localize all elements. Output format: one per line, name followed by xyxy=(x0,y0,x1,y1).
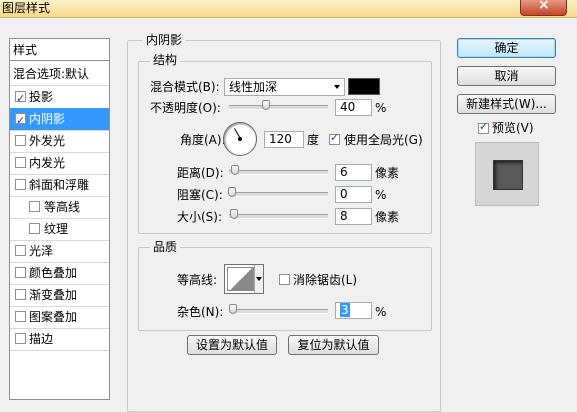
noise-slider[interactable] xyxy=(229,309,328,314)
size-slider[interactable] xyxy=(229,214,328,219)
color-overlay-checkbox[interactable] xyxy=(15,267,26,278)
sidebar-item-inner-glow[interactable]: 内发光 xyxy=(10,152,109,175)
noise-label: 杂色(N): xyxy=(177,305,224,319)
bevel-emboss-checkbox[interactable] xyxy=(15,179,26,190)
gradient-overlay-checkbox[interactable] xyxy=(15,289,26,300)
noise-input[interactable]: 3 xyxy=(335,302,372,319)
opacity-slider-thumb[interactable] xyxy=(262,100,270,110)
sidebar-item-label: 斜面和浮雕 xyxy=(29,178,90,192)
size-unit: 像素 xyxy=(375,210,400,224)
pattern-overlay-checkbox[interactable] xyxy=(15,311,26,322)
contour-curve-icon xyxy=(227,267,255,291)
sidebar-item-label: 渐变叠加 xyxy=(29,288,78,302)
sidebar-item-blending-options[interactable]: 混合选项:默认 xyxy=(10,63,109,86)
preview-label: 预览(V) xyxy=(492,121,534,135)
style-preview-swatch xyxy=(493,160,523,190)
global-light-label: 使用全局光(G) xyxy=(344,133,423,147)
angle-label: 角度(A): xyxy=(180,133,226,147)
noise-slider-thumb[interactable] xyxy=(229,304,237,314)
styles-list: 样式 混合选项:默认 投影 内阴影 外发光 内发光 斜面和浮雕 等高线 纹理 光… xyxy=(9,38,110,400)
inner-glow-checkbox[interactable] xyxy=(15,157,26,168)
make-default-button[interactable]: 设置为默认值 xyxy=(187,335,277,355)
sidebar-item-stroke[interactable]: 描边 xyxy=(10,328,109,351)
stroke-checkbox[interactable] xyxy=(15,333,26,344)
global-light-checkbox[interactable] xyxy=(329,131,340,145)
sidebar-item-drop-shadow[interactable]: 投影 xyxy=(10,86,109,110)
window-title: 图层样式 xyxy=(2,1,51,15)
opacity-label: 不透明度(O): xyxy=(150,101,221,115)
size-slider-thumb[interactable] xyxy=(230,209,238,219)
texture-checkbox[interactable] xyxy=(29,223,40,234)
opacity-slider[interactable] xyxy=(229,105,328,110)
blend-mode-select[interactable]: 线性加深 xyxy=(224,78,345,96)
sidebar-item-label: 混合选项:默认 xyxy=(13,67,90,81)
distance-slider[interactable] xyxy=(229,170,328,175)
sidebar-item-label: 光泽 xyxy=(29,244,54,258)
inner-shadow-checkbox[interactable] xyxy=(15,110,26,132)
choke-unit: % xyxy=(375,188,387,202)
angle-input[interactable]: 120 xyxy=(264,131,304,148)
quality-title: 品质 xyxy=(150,240,181,254)
sidebar-item-inner-shadow[interactable]: 内阴影 xyxy=(10,108,109,132)
preview-checkbox[interactable] xyxy=(478,120,489,134)
sidebar-item-label: 内阴影 xyxy=(29,112,66,126)
satin-checkbox[interactable] xyxy=(15,245,26,256)
ok-button[interactable]: 确定 xyxy=(457,38,556,58)
anti-aliased-label: 消除锯齿(L) xyxy=(293,273,358,287)
cancel-button[interactable]: 取消 xyxy=(457,66,556,86)
chevron-down-icon[interactable] xyxy=(254,265,263,293)
style-preview xyxy=(475,142,539,206)
sidebar-item-gradient-overlay[interactable]: 渐变叠加 xyxy=(10,284,109,307)
reset-default-button[interactable]: 复位为默认值 xyxy=(288,335,379,355)
sidebar-item-outer-glow[interactable]: 外发光 xyxy=(10,130,109,153)
choke-slider[interactable] xyxy=(229,192,328,197)
distance-unit: 像素 xyxy=(375,166,400,180)
contour-picker[interactable] xyxy=(224,264,264,294)
noise-value: 3 xyxy=(340,303,350,317)
drop-shadow-checkbox[interactable] xyxy=(15,88,26,110)
choke-slider-thumb[interactable] xyxy=(228,187,236,197)
sidebar-item-label: 颜色叠加 xyxy=(29,266,78,280)
size-input[interactable]: 8 xyxy=(335,208,372,225)
distance-label: 距离(D): xyxy=(177,166,224,180)
sidebar-item-satin[interactable]: 光泽 xyxy=(10,240,109,263)
sidebar-item-label: 描边 xyxy=(29,332,54,346)
styles-list-header[interactable]: 样式 xyxy=(10,39,109,61)
opacity-input[interactable]: 40 xyxy=(335,99,372,116)
sidebar-item-label: 投影 xyxy=(29,90,54,104)
close-button[interactable] xyxy=(520,0,567,16)
sidebar-item-label: 图案叠加 xyxy=(29,310,78,324)
shadow-color-swatch[interactable] xyxy=(348,78,380,95)
distance-slider-thumb[interactable] xyxy=(231,165,239,175)
angle-unit: 度 xyxy=(307,133,320,147)
sidebar-item-label: 等高线 xyxy=(44,200,81,214)
sidebar-item-label: 纹理 xyxy=(44,222,69,236)
noise-unit: % xyxy=(375,305,387,319)
blend-mode-value: 线性加深 xyxy=(229,80,278,94)
choke-label: 阻塞(C): xyxy=(177,188,223,202)
structure-title: 结构 xyxy=(150,53,181,67)
angle-hub xyxy=(238,137,242,141)
title-bar: 图层样式 xyxy=(0,0,577,18)
sidebar-item-texture[interactable]: 纹理 xyxy=(10,218,109,241)
inner-shadow-title: 内阴影 xyxy=(143,33,186,47)
new-style-button[interactable]: 新建样式(W)... xyxy=(457,94,556,114)
chevron-down-icon xyxy=(334,85,340,89)
choke-input[interactable]: 0 xyxy=(335,186,372,203)
contour-checkbox[interactable] xyxy=(29,201,40,212)
opacity-unit: % xyxy=(375,101,387,115)
sidebar-item-bevel-emboss[interactable]: 斜面和浮雕 xyxy=(10,174,109,197)
contour-label: 等高线: xyxy=(177,273,218,287)
sidebar-item-color-overlay[interactable]: 颜色叠加 xyxy=(10,262,109,285)
size-label: 大小(S): xyxy=(177,210,223,224)
angle-dial[interactable] xyxy=(223,122,257,156)
sidebar-item-label: 内发光 xyxy=(29,156,66,170)
distance-input[interactable]: 6 xyxy=(335,164,372,181)
sidebar-item-contour[interactable]: 等高线 xyxy=(10,196,109,219)
sidebar-item-label: 外发光 xyxy=(29,134,66,148)
blend-mode-label: 混合模式(B): xyxy=(150,80,220,94)
outer-glow-checkbox[interactable] xyxy=(15,135,26,146)
anti-aliased-checkbox[interactable] xyxy=(279,274,290,285)
sidebar-item-pattern-overlay[interactable]: 图案叠加 xyxy=(10,306,109,329)
